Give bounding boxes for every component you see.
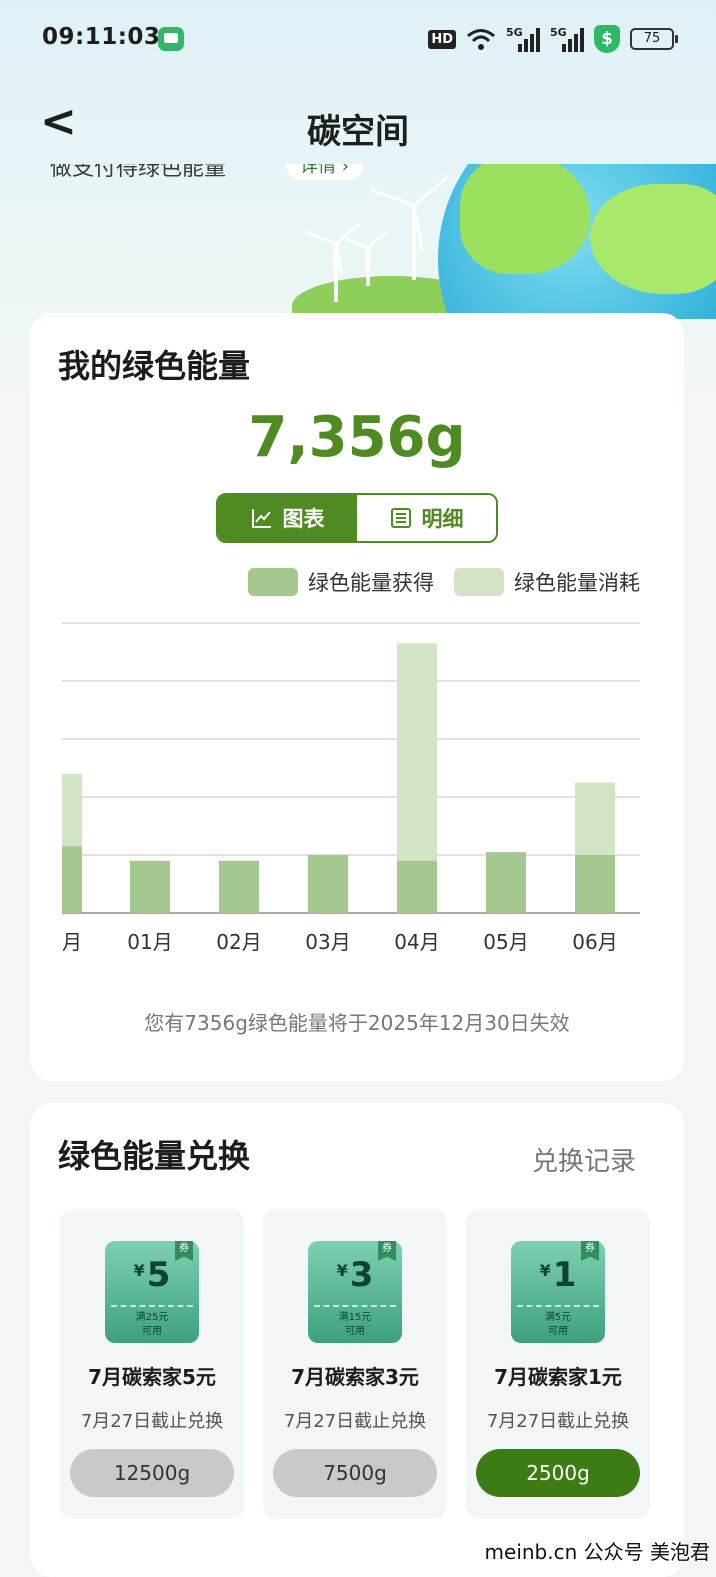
item-deadline: 7月27日截止兑换 (80, 1411, 224, 1432)
status-bar: 09:11:03 HD 5G 5G $ 75 (0, 0, 716, 80)
banner-text: 做支付得绿色能量 (50, 164, 227, 181)
status-icons: HD 5G 5G $ 75 (428, 24, 678, 54)
tab-detail-label: 明细 (421, 507, 464, 531)
network-type-label: 5G (506, 26, 523, 39)
tab-detail[interactable]: 明细 (357, 495, 496, 541)
item-name: 7月碳索家5元 (88, 1365, 216, 1389)
expiry-note: 您有7356g绿色能量将于2025年12月30日失效 (144, 1011, 570, 1035)
x-tick-label: 03月 (305, 930, 350, 953)
battery-icon: 75 (630, 28, 678, 50)
hd-voice-icon: HD (428, 29, 456, 49)
wind-turbine-icon (305, 221, 362, 302)
banner-illustration: 做支付得绿色能量 详情 › (0, 164, 716, 319)
x-tick-label: 04月 (394, 930, 439, 953)
tab-chart-label: 图表 (282, 507, 325, 531)
exchange-history-link[interactable]: 兑换记录 (532, 1141, 636, 1178)
item-deadline: 7月27日截止兑换 (283, 1411, 427, 1432)
x-tick-label: 06月 (572, 930, 617, 953)
coupon-amount-value: 3 (349, 1255, 374, 1295)
bar-earned-1 (130, 860, 170, 913)
coupon-condition: 满25元可用 (105, 1311, 199, 1339)
x-tick-label: 05月 (483, 930, 528, 953)
x-tick-label: 01月 (127, 930, 172, 953)
coupon-condition-line: 满5元 (544, 1312, 572, 1323)
signal-icon-2: 5G (550, 26, 584, 52)
coupon-amount: ¥5 (105, 1255, 199, 1295)
coupon-divider (517, 1305, 599, 1307)
wind-turbine-icon (344, 230, 388, 286)
coupon-amount-value: 5 (146, 1255, 171, 1295)
line-chart-icon (251, 509, 271, 528)
exchange-items: 券 ¥5 满25元 可用 7月碳索家5元 7月27日截止兑换 12500g 券 ¥… (60, 1209, 650, 1519)
redeem-button[interactable]: 12500g (70, 1449, 234, 1497)
exchange-item[interactable]: 券 ¥3 满15元 可用 7月碳索家3元 7月27日截止兑换 7500g (263, 1209, 447, 1519)
tab-chart[interactable]: 图表 (218, 495, 357, 541)
view-toggle: 图表 明细 (216, 493, 498, 543)
item-name: 7月碳索家1元 (494, 1365, 622, 1389)
legend-item-earned: 绿色能量获得 (248, 567, 434, 597)
bar-earned-3 (308, 855, 348, 913)
coupon-condition: 满5元可用 (511, 1311, 605, 1339)
coupon-amount: ¥3 (308, 1255, 402, 1295)
banner-details-link[interactable]: 详情 › (286, 164, 363, 180)
exchange-item[interactable]: 券 ¥5 满25元 可用 7月碳索家5元 7月27日截止兑换 12500g (60, 1209, 244, 1519)
wind-turbine-icon (370, 174, 451, 280)
shield-icon: $ (594, 25, 620, 53)
exchange-item[interactable]: 券 ¥1 满5元 可用 7月碳索家1元 7月27日截止兑换 2500g (466, 1209, 650, 1519)
wifi-icon (467, 29, 495, 50)
coupon-amount: ¥1 (511, 1255, 605, 1295)
chart-legend: 绿色能量获得 绿色能量消耗 (248, 567, 640, 597)
list-icon (390, 508, 411, 528)
coupon-icon: 券 ¥3 满15元 可用 (308, 1241, 402, 1343)
exchange-title: 绿色能量兑换 (58, 1137, 251, 1175)
energy-bar-chart: 月 01月 02月 03月 04月 05月 06月 (62, 622, 640, 953)
status-time: 09:11:03 (42, 24, 161, 50)
energy-total: 7,356g (248, 405, 466, 470)
message-app-icon (158, 27, 184, 51)
green-energy-card: 我的绿色能量 7,356g 图表 明细 绿色能量获得 绿色能量消耗 月 01月 02… (30, 313, 684, 1081)
item-deadline: 7月27日截止兑换 (486, 1411, 630, 1432)
legend-item-consumed: 绿色能量消耗 (454, 567, 640, 597)
bar-earned-5 (486, 852, 526, 913)
energy-title: 我的绿色能量 (58, 347, 251, 385)
bar-earned-4 (397, 860, 437, 913)
globe-land (460, 164, 590, 274)
legend-swatch-consumed (454, 568, 504, 596)
bar-earned-2 (219, 860, 259, 913)
legend-label-consumed: 绿色能量消耗 (514, 571, 640, 595)
x-tick-label: 02月 (216, 930, 261, 953)
coupon-icon: 券 ¥5 满25元 可用 (105, 1241, 199, 1343)
coupon-amount-value: 1 (552, 1255, 577, 1295)
redeem-button[interactable]: 2500g (476, 1449, 640, 1497)
currency-symbol: ¥ (539, 1261, 551, 1280)
coupon-condition-line: 满15元 (338, 1312, 372, 1323)
coupon-icon: 券 ¥1 满5元 可用 (511, 1241, 605, 1343)
nav-bar: < 碳空间 (0, 82, 716, 164)
coupon-divider (314, 1305, 396, 1307)
legend-swatch-earned (248, 568, 298, 596)
bar-earned-0 (62, 846, 82, 913)
signal-icon-1: 5G (506, 26, 540, 52)
x-tick-label: 月 (62, 930, 82, 953)
currency-symbol: ¥ (336, 1261, 348, 1280)
network-type-label: 5G (550, 26, 567, 39)
coupon-condition-line: 可用 (142, 1326, 162, 1337)
coupon-condition: 满15元可用 (308, 1311, 402, 1339)
redeem-button[interactable]: 7500g (273, 1449, 437, 1497)
coupon-divider (111, 1305, 193, 1307)
coupon-condition-line: 可用 (345, 1326, 365, 1337)
coupon-condition-line: 满25元 (135, 1312, 169, 1323)
bar-earned-6 (575, 855, 615, 913)
coupon-condition-line: 可用 (548, 1326, 568, 1337)
page-title: 碳空间 (307, 112, 409, 152)
legend-label-earned: 绿色能量获得 (308, 571, 434, 595)
energy-exchange-card: 绿色能量兑换 兑换记录 券 ¥5 满25元 可用 7月碳索家5元 7月27日截止兑… (30, 1103, 684, 1577)
currency-symbol: ¥ (133, 1261, 145, 1280)
item-name: 7月碳索家3元 (291, 1365, 419, 1389)
watermark: meinb.cn 公众号 美泡君 (484, 1540, 710, 1564)
